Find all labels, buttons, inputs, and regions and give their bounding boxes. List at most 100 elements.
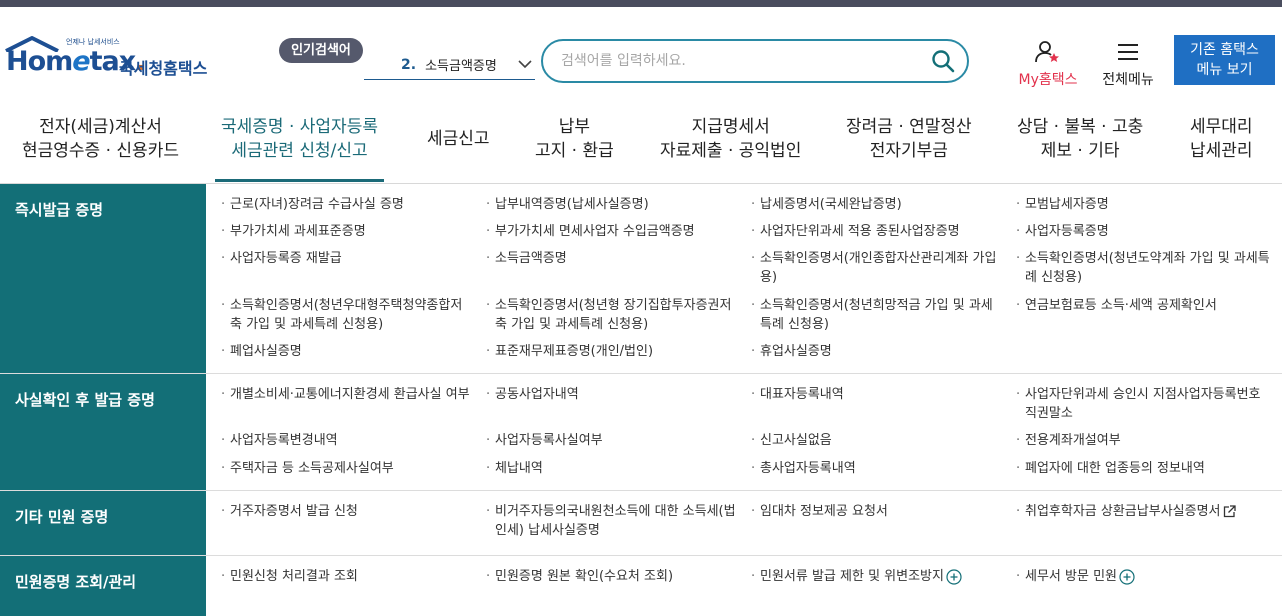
nav-label: 장려금 · 연말정산: [846, 117, 972, 137]
menu-link[interactable]: 소득확인증명서(청년희망적금 가입 및 과세특례 신청용): [750, 296, 1015, 336]
chevron-down-icon: [518, 60, 532, 69]
nav-label: 자료제출 · 공익법인: [660, 141, 802, 161]
menu-link[interactable]: 모범납세자증명: [1015, 195, 1282, 216]
menu-link[interactable]: 민원신청 처리결과 조회: [220, 567, 485, 606]
nav-label: 납세관리: [1190, 141, 1253, 161]
section-title: 즉시발급 증명: [0, 184, 206, 373]
section-title: 기타 민원 증명: [0, 491, 206, 555]
menu-link[interactable]: 부가가치세 과세표준증명: [220, 222, 485, 243]
search-input[interactable]: [561, 53, 931, 69]
section-certificate-management: 민원증명 조회/관리 민원신청 처리결과 조회 민원증명 원본 확인(수요처 조…: [0, 556, 1282, 616]
menu-link[interactable]: 체납내역: [485, 459, 750, 480]
nav-e-invoice[interactable]: 전자(세금)계산서 현금영수증 · 신용카드: [22, 115, 179, 163]
old-home-line2: 메뉴 보기: [1196, 62, 1253, 78]
menu-link[interactable]: 개별소비세·교통에너지환경세 환급사실 여부: [220, 385, 485, 425]
menu-link[interactable]: 사업자등록사실여부: [485, 431, 750, 452]
nav-label: 세금관련 신청/신고: [231, 141, 368, 161]
menu-link-expandable[interactable]: 민원서류 발급 제한 및 위변조방지: [750, 567, 1015, 606]
plus-circle-icon[interactable]: [1119, 568, 1135, 585]
menu-link[interactable]: 납부내역증명(납세사실증명): [485, 195, 750, 216]
section-instant-issue: 즉시발급 증명 근로(자녀)장려금 수급사실 증명 납부내역증명(납세사실증명)…: [0, 184, 1282, 374]
submenu-panel: 즉시발급 증명 근로(자녀)장려금 수급사실 증명 납부내역증명(납세사실증명)…: [0, 184, 1282, 616]
hometax-logo[interactable]: 언제나 납세서비스 Hometax. 국세청홈택스: [4, 36, 219, 81]
nav-label: 전자(세금)계산서: [39, 117, 162, 137]
menu-link[interactable]: 거주자증명서 발급 신청: [220, 502, 485, 545]
nav-certificates[interactable]: 국세증명 · 사업자등록 세금관련 신청/신고: [215, 115, 384, 182]
nav-label: 현금영수증 · 신용카드: [22, 141, 179, 161]
external-link-icon: [1223, 505, 1236, 518]
menu-link[interactable]: 소득확인증명서(청년도약계좌 가입 및 과세특례 신청용): [1015, 249, 1282, 289]
menu-link[interactable]: 비거주자등의국내원천소득에 대한 소득세(법인세) 납세사실증명: [485, 502, 750, 545]
menu-link[interactable]: 부가가치세 면세사업자 수입금액증명: [485, 222, 750, 243]
nav-label: 상담 · 불복 · 고충: [1017, 117, 1144, 137]
section-title: 민원증명 조회/관리: [0, 556, 206, 616]
menu-link[interactable]: 소득확인증명서(개인종합자산관리계좌 가입용): [750, 249, 1015, 289]
menu-link[interactable]: 연금보험료등 소득·세액 공제확인서: [1015, 296, 1282, 336]
menu-link[interactable]: 소득확인증명서(청년우대형주택청약종합저축 가입 및 과세특례 신청용): [220, 296, 485, 336]
menu-link[interactable]: 사업자등록변경내역: [220, 431, 485, 452]
popular-rank: 2.: [401, 56, 417, 73]
menu-link-label: 취업후학자금 상환금납부사실증명서: [1025, 504, 1221, 519]
nav-tax-agent[interactable]: 세무대리 납세관리: [1190, 115, 1253, 163]
section-title: 사실확인 후 발급 증명: [0, 374, 206, 490]
old-hometax-menu-button[interactable]: 기존 홈택스 메뉴 보기: [1174, 35, 1275, 85]
header: 언제나 납세서비스 Hometax. 국세청홈택스 인기검색어 2. 소득금액증…: [0, 7, 1282, 93]
section-items: 거주자증명서 발급 신청 비거주자등의국내원천소득에 대한 소득세(법인세) 납…: [206, 491, 1282, 555]
logo-korean-name: 국세청홈택스: [119, 59, 208, 78]
menu-link[interactable]: 전용계좌개설여부: [1015, 431, 1282, 452]
all-menu-button[interactable]: 전체메뉴: [1096, 40, 1160, 89]
plus-circle-icon[interactable]: [946, 568, 962, 585]
all-menu-label: 전체메뉴: [1102, 72, 1154, 88]
hamburger-menu-icon: [1118, 44, 1138, 60]
menu-link[interactable]: 대표자등록내역: [750, 385, 1015, 425]
nav-payment[interactable]: 납부 고지 · 환급: [535, 115, 614, 163]
nav-label: 세금신고: [427, 129, 490, 149]
menu-link[interactable]: 근로(자녀)장려금 수급사실 증명: [220, 195, 485, 216]
menu-link[interactable]: 소득확인증명서(청년형 장기집합투자증권저축 가입 및 과세특례 신청용): [485, 296, 750, 336]
nav-label: 고지 · 환급: [535, 141, 614, 161]
section-items: 개별소비세·교통에너지환경세 환급사실 여부 공동사업자내역 대표자등록내역 사…: [206, 374, 1282, 490]
my-hometax-label: My홈택스: [1018, 72, 1078, 88]
search-icon[interactable]: [931, 49, 955, 73]
nav-label: 납부: [558, 117, 591, 137]
popular-keyword: 소득금액증명: [425, 59, 497, 74]
menu-link-expandable[interactable]: 세무서 방문 민원: [1015, 567, 1282, 606]
menu-link[interactable]: 표준재무제표증명(개인/법인): [485, 342, 750, 363]
menu-link[interactable]: 사업자등록증명: [1015, 222, 1282, 243]
menu-link[interactable]: 사업자단위과세 승인시 지점사업자등록번호 직권말소: [1015, 385, 1282, 425]
menu-link[interactable]: 납세증명서(국세완납증명): [750, 195, 1015, 216]
section-items: 민원신청 처리결과 조회 민원증명 원본 확인(수요처 조회) 민원서류 발급 …: [206, 556, 1282, 616]
menu-link[interactable]: 소득금액증명: [485, 249, 750, 289]
section-other-certificates: 기타 민원 증명 거주자증명서 발급 신청 비거주자등의국내원천소득에 대한 소…: [0, 491, 1282, 556]
menu-link[interactable]: 사업자등록증 재발급: [220, 249, 485, 289]
menu-link[interactable]: 총사업자등록내역: [750, 459, 1015, 480]
menu-link[interactable]: 폐업사실증명: [220, 342, 485, 363]
menu-link-external[interactable]: 취업후학자금 상환금납부사실증명서: [1015, 502, 1282, 545]
nav-incentive[interactable]: 장려금 · 연말정산 전자기부금: [846, 115, 972, 163]
menu-link[interactable]: 사업자단위과세 적용 종된사업장증명: [750, 222, 1015, 243]
nav-label: 제보 · 기타: [1040, 141, 1120, 161]
nav-label: 국세증명 · 사업자등록: [221, 117, 378, 137]
menu-link[interactable]: 신고사실없음: [750, 431, 1015, 452]
old-home-line1: 기존 홈택스: [1190, 42, 1259, 58]
nav-label: 세무대리: [1190, 117, 1253, 137]
menu-link[interactable]: 주택자금 등 소득공제사실여부: [220, 459, 485, 480]
nav-consultation[interactable]: 상담 · 불복 · 고충 제보 · 기타: [1017, 115, 1143, 163]
menu-link-label: 민원서류 발급 제한 및 위변조방지: [760, 569, 944, 584]
nav-tax-filing[interactable]: 세금신고: [427, 127, 490, 151]
nav-label: 전자기부금: [869, 141, 948, 161]
menu-link[interactable]: 휴업사실증명: [750, 342, 1015, 363]
section-verified-issue: 사실확인 후 발급 증명 개별소비세·교통에너지환경세 환급사실 여부 공동사업…: [0, 374, 1282, 491]
user-star-icon: [1035, 41, 1059, 63]
search-box: [541, 39, 969, 83]
main-nav: 전자(세금)계산서 현금영수증 · 신용카드 국세증명 · 사업자등록 세금관련…: [0, 93, 1282, 184]
nav-payment-statement[interactable]: 지급명세서 자료제출 · 공익법인: [660, 115, 801, 163]
popular-keyword-select[interactable]: 2. 소득금액증명: [364, 50, 535, 80]
my-hometax-button[interactable]: My홈택스: [1012, 40, 1084, 89]
menu-link[interactable]: 임대차 정보제공 요청서: [750, 502, 1015, 545]
top-bar: [0, 0, 1282, 7]
active-tab-underline: [215, 179, 384, 182]
menu-link[interactable]: 폐업자에 대한 업종등의 정보내역: [1015, 459, 1282, 480]
menu-link[interactable]: 민원증명 원본 확인(수요처 조회): [485, 567, 750, 606]
menu-link[interactable]: 공동사업자내역: [485, 385, 750, 425]
